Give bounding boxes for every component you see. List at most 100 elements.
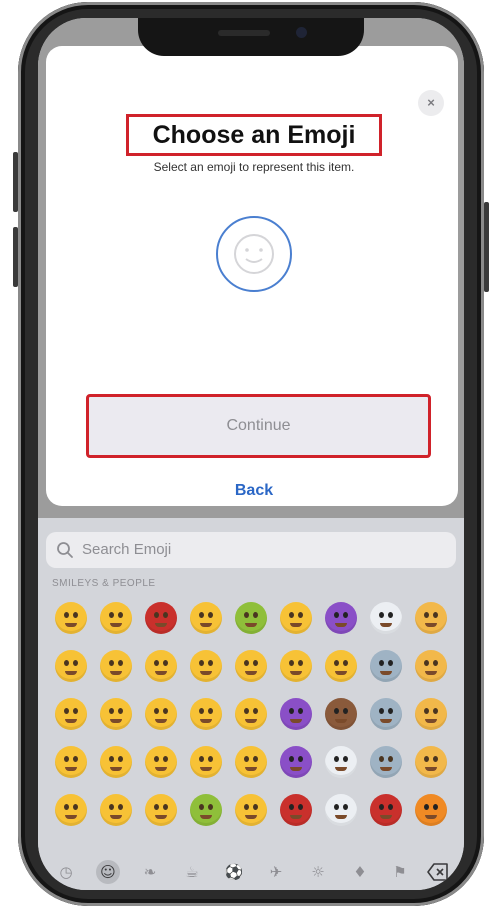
section-label: SMILEYS & PEOPLE bbox=[52, 578, 156, 589]
emoji-heart-eyes-cat[interactable] bbox=[408, 738, 453, 786]
tired-face-icon bbox=[144, 602, 177, 634]
sleepy-face-icon bbox=[144, 650, 177, 682]
emoji-mouth bbox=[244, 671, 257, 675]
food-icon[interactable]: ☕ bbox=[180, 860, 204, 884]
emoji-skull[interactable] bbox=[318, 786, 363, 834]
emoji-clown-face[interactable] bbox=[318, 642, 363, 690]
emoji-zany-face[interactable] bbox=[183, 738, 228, 786]
emoji-pile-of-poo[interactable] bbox=[318, 690, 363, 738]
phone-screen: × Choose an Emoji Select an emoji to rep… bbox=[38, 18, 464, 890]
emoji-smiling-imp[interactable] bbox=[273, 690, 318, 738]
emoji-angry-imp[interactable] bbox=[273, 738, 318, 786]
emoji-expressionless-face[interactable] bbox=[48, 690, 93, 738]
emoji-mouth bbox=[424, 815, 437, 819]
emoji-nauseated-face[interactable] bbox=[228, 594, 273, 642]
frowning-face-icon bbox=[99, 746, 132, 778]
emoji-confused-face[interactable] bbox=[48, 642, 93, 690]
emoji-tired-face[interactable] bbox=[138, 594, 183, 642]
emoji-ogre[interactable] bbox=[273, 786, 318, 834]
emoji-grimacing-face[interactable] bbox=[93, 690, 138, 738]
emoji-jack-o-lantern[interactable] bbox=[408, 786, 453, 834]
emoji-mouth bbox=[424, 767, 437, 771]
emoji-mouth bbox=[289, 719, 302, 723]
expressionless-face-icon bbox=[54, 698, 87, 730]
emoji-robot-face[interactable] bbox=[363, 738, 408, 786]
backspace-icon[interactable] bbox=[426, 860, 450, 884]
lightbulb-icon[interactable]: ☼ bbox=[306, 860, 330, 884]
ogre-icon bbox=[279, 794, 312, 826]
emoji-tears-of-joy-face[interactable] bbox=[48, 786, 93, 834]
monocle-face-icon bbox=[234, 794, 267, 826]
emoji-mask-face[interactable] bbox=[183, 690, 228, 738]
emoji-mouth bbox=[334, 623, 347, 627]
emoji-grinning-sweat-face[interactable] bbox=[48, 738, 93, 786]
emoji-alien[interactable] bbox=[363, 642, 408, 690]
emoji-hushed-face[interactable] bbox=[93, 594, 138, 642]
emoji-cowboy-face[interactable] bbox=[273, 642, 318, 690]
notch bbox=[138, 18, 364, 56]
emoji-bandage-face[interactable] bbox=[228, 690, 273, 738]
flag-icon[interactable]: ⚑ bbox=[388, 860, 412, 884]
car-icon[interactable]: ✈ bbox=[264, 860, 288, 884]
emoji-monocle-face[interactable] bbox=[228, 786, 273, 834]
emoji-sleepy-face[interactable] bbox=[138, 642, 183, 690]
emoji-mouth bbox=[424, 623, 437, 627]
emoji-grinning-cat[interactable] bbox=[408, 642, 453, 690]
emoji-alien-monster[interactable] bbox=[363, 690, 408, 738]
emoji-nerd-face[interactable] bbox=[183, 642, 228, 690]
emoji-ghost[interactable] bbox=[318, 738, 363, 786]
emoji-mouth bbox=[199, 815, 212, 819]
emoji-placeholder-button[interactable] bbox=[216, 216, 292, 292]
emoji-money-mouth-face[interactable] bbox=[273, 594, 318, 642]
ball-icon[interactable]: ⚽ bbox=[222, 860, 246, 884]
flushed-face-icon bbox=[99, 650, 132, 682]
emoji-mouth bbox=[289, 815, 302, 819]
emoji-sneezing-face[interactable] bbox=[228, 642, 273, 690]
astonished-face-icon bbox=[189, 602, 222, 634]
symbols-icon[interactable]: ♦ bbox=[348, 860, 372, 884]
emoji-mouth bbox=[244, 767, 257, 771]
emoji-grid bbox=[48, 594, 464, 834]
mask-face-icon bbox=[189, 698, 222, 730]
emoji-flushed-face[interactable] bbox=[93, 642, 138, 690]
angry-imp-icon bbox=[279, 746, 312, 778]
emoji-open-mouth-face[interactable] bbox=[93, 786, 138, 834]
emoji-neutral-face[interactable] bbox=[48, 594, 93, 642]
volume-down-button bbox=[13, 227, 18, 287]
emoji-astonished-face[interactable] bbox=[183, 594, 228, 642]
emoji-vomiting-face[interactable] bbox=[183, 786, 228, 834]
emoji-mouth bbox=[154, 719, 167, 723]
emoji-mouth bbox=[244, 815, 257, 819]
confused-face-icon bbox=[54, 650, 87, 682]
smiley-icon[interactable]: ☺ bbox=[96, 860, 120, 884]
emoji-sad-face[interactable] bbox=[138, 690, 183, 738]
search-emoji-field[interactable]: Search Emoji bbox=[46, 532, 456, 568]
clown-face-icon bbox=[324, 650, 357, 682]
emoji-mouth bbox=[109, 815, 122, 819]
emoji-mouth bbox=[244, 719, 257, 723]
nerd-face-icon bbox=[189, 650, 222, 682]
skull-icon bbox=[324, 794, 357, 826]
emoji-frowning-face[interactable] bbox=[93, 738, 138, 786]
emoji-mouth bbox=[289, 767, 302, 771]
emoji-smiling-cat[interactable] bbox=[408, 594, 453, 642]
emoji-mouth bbox=[199, 671, 212, 675]
emoji-thinking-face[interactable] bbox=[138, 786, 183, 834]
back-button[interactable]: Back bbox=[206, 482, 302, 500]
emoji-mouth bbox=[64, 623, 77, 627]
emoji-red-devil-mask[interactable] bbox=[318, 594, 363, 642]
emoji-skull-and-crossbones[interactable] bbox=[363, 594, 408, 642]
emoji-picker-sheet: × Choose an Emoji Select an emoji to rep… bbox=[46, 46, 458, 506]
emoji-mouth bbox=[154, 767, 167, 771]
cat-icon[interactable]: ❧ bbox=[138, 860, 162, 884]
emoji-pensive-face[interactable] bbox=[138, 738, 183, 786]
close-button[interactable]: × bbox=[418, 90, 444, 116]
clock-recent-icon[interactable]: ◷ bbox=[54, 860, 78, 884]
emoji-goblin[interactable] bbox=[363, 786, 408, 834]
emoji-lying-face[interactable] bbox=[228, 738, 273, 786]
continue-button[interactable]: Continue bbox=[86, 394, 431, 458]
red-devil-mask-icon bbox=[324, 602, 357, 634]
jack-o-lantern-icon bbox=[414, 794, 447, 826]
power-button bbox=[484, 202, 489, 292]
emoji-crying-cat[interactable] bbox=[408, 690, 453, 738]
